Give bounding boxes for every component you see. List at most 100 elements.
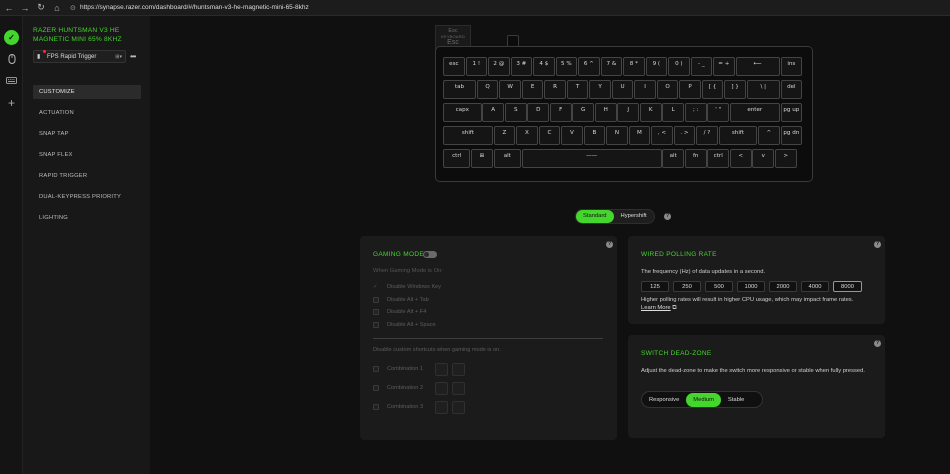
medium-option[interactable]: Medium bbox=[686, 392, 721, 407]
rate-option[interactable]: 1000 bbox=[737, 281, 765, 292]
key[interactable]: T bbox=[566, 80, 589, 99]
mouse-icon[interactable] bbox=[4, 51, 19, 66]
key[interactable]: R bbox=[544, 80, 566, 99]
key[interactable]: , < bbox=[651, 126, 673, 145]
learn-more-link[interactable]: Learn More bbox=[641, 305, 671, 311]
key[interactable]: K bbox=[639, 103, 662, 122]
key[interactable]: - _ bbox=[690, 57, 713, 76]
key[interactable]: 7 & bbox=[600, 57, 623, 76]
key[interactable]: fn bbox=[684, 149, 707, 168]
key[interactable]: L bbox=[662, 103, 685, 122]
key[interactable]: tab bbox=[443, 80, 476, 99]
rate-option[interactable]: 2000 bbox=[769, 281, 797, 292]
key[interactable]: ⟵ bbox=[735, 57, 780, 76]
key[interactable]: W bbox=[499, 80, 521, 99]
key[interactable]: O bbox=[656, 80, 679, 99]
rate-option[interactable]: 125 bbox=[641, 281, 669, 292]
key[interactable]: ' " bbox=[707, 103, 730, 122]
key[interactable]: P bbox=[679, 80, 701, 99]
key[interactable]: enter bbox=[729, 103, 780, 122]
rate-option[interactable]: 500 bbox=[705, 281, 733, 292]
key[interactable]: 1 ! bbox=[465, 57, 488, 76]
key[interactable]: 0 ) bbox=[668, 57, 690, 76]
home-icon[interactable]: ⌂ bbox=[50, 1, 64, 15]
address-bar[interactable]: ⊙ https://synapse.razer.com/dashboard/#/… bbox=[70, 2, 950, 14]
key-slot[interactable] bbox=[452, 382, 465, 395]
checkbox-combination-3[interactable] bbox=[373, 404, 379, 410]
key[interactable]: F bbox=[549, 103, 572, 122]
key[interactable]: Y bbox=[589, 80, 611, 99]
key[interactable]: X bbox=[516, 126, 538, 145]
forward-icon[interactable]: → bbox=[18, 1, 32, 15]
key[interactable]: ⊞ bbox=[471, 149, 493, 168]
key[interactable]: J bbox=[617, 103, 640, 122]
help-icon[interactable]: ? bbox=[874, 241, 881, 248]
key[interactable]: ctrl bbox=[707, 149, 730, 168]
key[interactable]: \ | bbox=[746, 80, 780, 99]
key[interactable]: = + bbox=[713, 57, 735, 76]
back-icon[interactable]: ← bbox=[2, 1, 16, 15]
profile-dropdown[interactable]: ▮ FPS Rapid Trigger ⊞▾ bbox=[33, 50, 126, 63]
key[interactable]: esc bbox=[443, 57, 465, 76]
sidebar-item-rapid-trigger[interactable]: RAPID TRIGGER bbox=[33, 169, 141, 183]
razer-logo-icon[interactable]: ✓ bbox=[4, 30, 19, 45]
key[interactable]: B bbox=[583, 126, 606, 145]
key[interactable]: [ { bbox=[701, 80, 724, 99]
key[interactable]: Q bbox=[476, 80, 499, 99]
key[interactable]: pg dn bbox=[780, 126, 803, 145]
key[interactable]: ; : bbox=[684, 103, 707, 122]
key-slot[interactable] bbox=[452, 401, 465, 414]
hypershift-tab[interactable]: Hypershift bbox=[614, 210, 654, 223]
key[interactable]: ins bbox=[780, 57, 803, 76]
key[interactable]: —— bbox=[521, 149, 662, 168]
key[interactable]: 9 ( bbox=[645, 57, 668, 76]
key[interactable]: U bbox=[611, 80, 634, 99]
key[interactable]: I bbox=[634, 80, 656, 99]
key[interactable]: 6 ^ bbox=[578, 57, 600, 76]
sidebar-item-snap-tap[interactable]: SNAP TAP bbox=[33, 127, 141, 141]
key[interactable]: ^ bbox=[758, 126, 780, 145]
key[interactable]: v bbox=[752, 149, 775, 168]
key[interactable]: < bbox=[729, 149, 752, 168]
key[interactable]: 5 % bbox=[555, 57, 578, 76]
key[interactable]: capx bbox=[443, 103, 482, 122]
key[interactable]: 4 $ bbox=[533, 57, 555, 76]
rate-option-selected[interactable]: 8000 bbox=[833, 281, 862, 292]
standard-tab[interactable]: Standard bbox=[576, 210, 614, 223]
checkbox-combination-2[interactable] bbox=[373, 385, 379, 391]
checkbox-combination-1[interactable] bbox=[373, 366, 379, 372]
key[interactable]: G bbox=[572, 103, 595, 122]
add-icon[interactable]: + bbox=[4, 95, 19, 110]
sidebar-item-snap-flex[interactable]: SNAP FLEX bbox=[33, 148, 141, 162]
key[interactable]: 2 @ bbox=[488, 57, 510, 76]
key[interactable]: Z bbox=[493, 126, 516, 145]
key[interactable]: ] } bbox=[724, 80, 746, 99]
key[interactable]: V bbox=[561, 126, 583, 145]
key[interactable]: alt bbox=[662, 149, 685, 168]
sidebar-item-lighting[interactable]: LIGHTING bbox=[33, 211, 141, 225]
key-slot[interactable] bbox=[435, 382, 448, 395]
stable-option[interactable]: Stable bbox=[721, 393, 751, 407]
key[interactable]: M bbox=[628, 126, 651, 145]
key[interactable]: / ? bbox=[696, 126, 718, 145]
sidebar-item-actuation[interactable]: ACTUATION bbox=[33, 106, 141, 120]
key[interactable]: N bbox=[606, 126, 628, 145]
key[interactable]: shift bbox=[718, 126, 758, 145]
key[interactable]: C bbox=[538, 126, 561, 145]
responsive-option[interactable]: Responsive bbox=[642, 393, 686, 407]
help-icon[interactable]: ? bbox=[664, 213, 671, 220]
key-slot[interactable] bbox=[435, 363, 448, 376]
key[interactable]: alt bbox=[493, 149, 521, 168]
sidebar-item-dual-keypress[interactable]: DUAL-KEYPRESS PRIORITY bbox=[33, 190, 141, 204]
key[interactable]: 8 * bbox=[623, 57, 645, 76]
more-options-icon[interactable]: ••• bbox=[130, 52, 136, 61]
sidebar-item-customize[interactable]: CUSTOMIZE bbox=[33, 85, 141, 99]
key[interactable]: S bbox=[504, 103, 527, 122]
key[interactable]: ctrl bbox=[443, 149, 471, 168]
checkbox-disable-alt-f4[interactable] bbox=[373, 309, 379, 315]
gaming-mode-switch[interactable] bbox=[423, 251, 437, 258]
key[interactable]: E bbox=[521, 80, 544, 99]
key[interactable]: H bbox=[594, 103, 617, 122]
key[interactable]: 3 # bbox=[510, 57, 533, 76]
checkbox-disable-alt-tab[interactable] bbox=[373, 297, 379, 303]
